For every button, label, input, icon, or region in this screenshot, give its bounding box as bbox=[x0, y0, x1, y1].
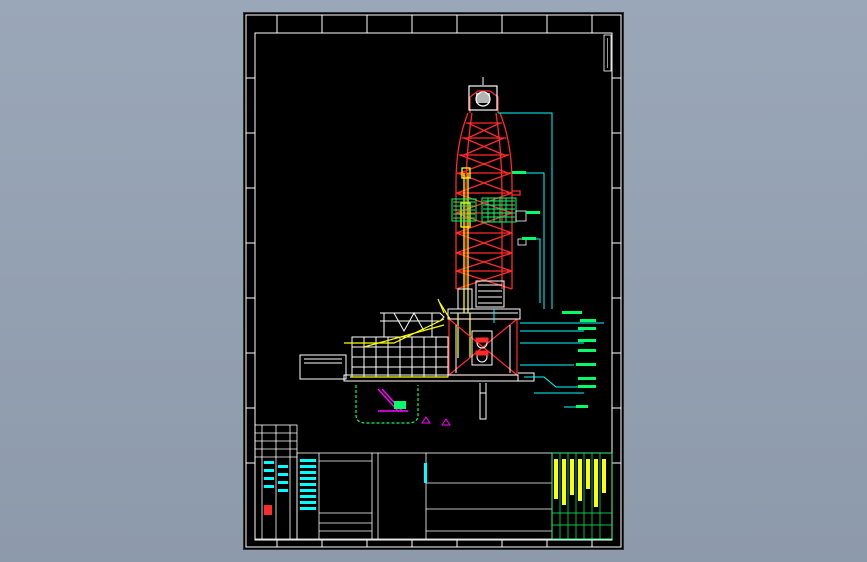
drawing-canvas bbox=[245, 14, 622, 548]
conductor bbox=[479, 383, 487, 420]
inner-frame bbox=[254, 32, 613, 541]
cad-viewport[interactable] bbox=[0, 0, 867, 562]
revision-table bbox=[254, 424, 298, 540]
racking-boards bbox=[451, 197, 517, 223]
substructure bbox=[448, 318, 518, 376]
revision-mark bbox=[264, 505, 272, 515]
cellar-pit bbox=[355, 385, 419, 424]
derrick-mast bbox=[455, 90, 521, 290]
callout-labels bbox=[512, 171, 596, 408]
annotation-markers bbox=[421, 416, 451, 426]
traveling-equipment bbox=[457, 167, 471, 358]
title-block-right-text bbox=[554, 459, 606, 507]
pipe-rack bbox=[351, 311, 449, 378]
pump-unit bbox=[394, 401, 406, 409]
catwalk-ramp bbox=[344, 298, 451, 378]
drawing-sheet bbox=[244, 13, 623, 549]
